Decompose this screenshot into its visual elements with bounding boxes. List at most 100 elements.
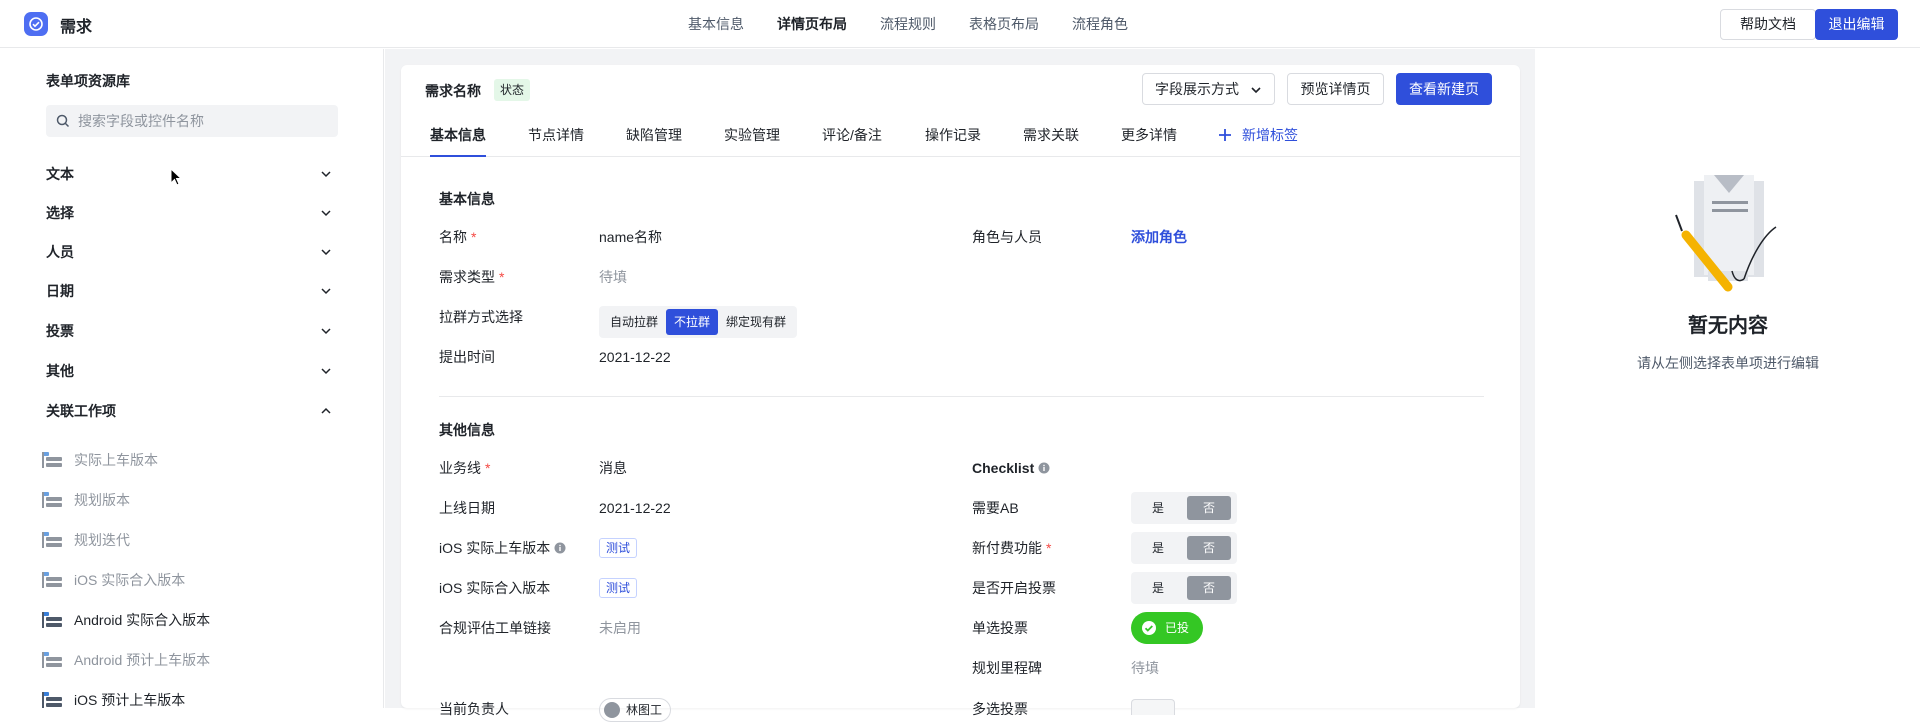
field-label: 单选投票 [972, 620, 1028, 636]
tab-node-details[interactable]: 节点详情 [528, 113, 584, 157]
section-title: 其他信息 [439, 422, 495, 438]
stack-icon [42, 492, 62, 508]
field-value[interactable]: 未启用 [599, 618, 641, 638]
empty-title: 暂无内容 [1688, 315, 1768, 337]
category-date[interactable]: 日期 [46, 279, 332, 303]
field-mode-dropdown[interactable]: 字段展示方式 [1142, 73, 1275, 105]
detail-card: 需求名称 状态 字段展示方式 预览详情页 查看新建页 基本信息 节点详情 缺陷管… [401, 65, 1520, 722]
app-logo-icon [24, 12, 48, 36]
single-vote-button[interactable]: 已投 [1131, 612, 1204, 644]
search-input[interactable] [78, 105, 328, 137]
category-vote[interactable]: 投票 [46, 319, 332, 343]
group-option-none[interactable]: 不拉群 [666, 309, 719, 335]
tab-more-details[interactable]: 更多详情 [1121, 113, 1177, 157]
info-icon [554, 542, 566, 554]
top-bar: 需求 基本信息 详情页布局 流程规则 表格页布局 流程角色 帮助文档 退出编辑 [0, 0, 1920, 48]
tab-defects[interactable]: 缺陷管理 [626, 113, 682, 157]
exit-edit-button[interactable]: 退出编辑 [1815, 9, 1898, 40]
field-value[interactable]: name名称 [599, 227, 662, 247]
nav-table-layout[interactable]: 表格页布局 [969, 0, 1039, 48]
field-label: Checklist [972, 458, 1050, 478]
user-chip[interactable]: 林图工 [599, 698, 672, 722]
yes-option[interactable]: 是 [1135, 536, 1181, 560]
library-item[interactable]: iOS 实际合入版本 [40, 568, 185, 592]
search-box [46, 105, 338, 137]
tab-basic-info[interactable]: 基本信息 [430, 113, 486, 157]
field-value[interactable]: 消息 [599, 458, 627, 478]
library-item[interactable]: 规划迭代 [40, 528, 130, 552]
version-tag[interactable]: 测试 [599, 578, 638, 598]
library-item-label: iOS 预计上车版本 [74, 692, 186, 708]
user-name: 林图工 [626, 703, 663, 717]
category-people[interactable]: 人员 [46, 240, 332, 264]
field-label: 规划里程碑 [972, 660, 1042, 676]
stack-icon [42, 652, 62, 668]
library-item[interactable]: Android 预计上车版本 [40, 648, 210, 672]
library-item[interactable]: iOS 预计上车版本 [40, 688, 185, 712]
version-tag[interactable]: 测试 [599, 538, 638, 558]
view-new-page-button[interactable]: 查看新建页 [1396, 73, 1492, 105]
group-option-auto[interactable]: 自动拉群 [602, 309, 666, 335]
multi-vote-box[interactable] [1131, 699, 1175, 715]
add-tab-button[interactable]: 新增标签 [1218, 113, 1298, 157]
vote-open-toggle: 是否 [1131, 572, 1237, 604]
field-value[interactable]: 2021-12-22 [599, 347, 671, 367]
required-mark: * [471, 229, 477, 245]
section-title: 基本信息 [439, 191, 495, 207]
stack-icon [42, 572, 62, 588]
field-label: 新付费功能 * [972, 540, 1052, 556]
yes-option[interactable]: 是 [1135, 576, 1181, 600]
nav-basic-info[interactable]: 基本信息 [688, 0, 744, 48]
avatar [604, 702, 620, 718]
chevron-down-icon [321, 328, 331, 335]
nav-flow-rules[interactable]: 流程规则 [880, 0, 936, 48]
yes-option[interactable]: 是 [1135, 496, 1181, 520]
ab-toggle: 是否 [1131, 492, 1237, 524]
library-item-label: 实际上车版本 [74, 452, 158, 468]
required-mark: * [1046, 540, 1052, 556]
group-mode-segmented: 自动拉群 不拉群 绑定现有群 [599, 306, 798, 338]
no-option[interactable]: 否 [1187, 576, 1231, 600]
tab-operation-log[interactable]: 操作记录 [925, 113, 981, 157]
field-value[interactable]: 待填 [599, 267, 627, 287]
field-value[interactable]: 2021-12-22 [599, 498, 671, 518]
library-item[interactable]: Android 实际合入版本 [40, 608, 210, 632]
preview-detail-button[interactable]: 预览详情页 [1287, 73, 1384, 105]
category-label: 投票 [46, 323, 74, 339]
tab-comments[interactable]: 评论/备注 [822, 113, 882, 157]
field-label: 当前负责人 [439, 701, 509, 717]
chevron-down-icon [321, 288, 331, 295]
search-icon [56, 114, 70, 128]
no-option[interactable]: 否 [1187, 536, 1231, 560]
tab-relations[interactable]: 需求关联 [1023, 113, 1079, 157]
empty-subtitle: 请从左侧选择表单项进行编辑 [1637, 355, 1819, 371]
chevron-down-icon [321, 210, 331, 217]
category-related-items[interactable]: 关联工作项 [46, 399, 332, 423]
field-label: 名称 * [439, 229, 477, 245]
category-select[interactable]: 选择 [46, 201, 332, 225]
library-item[interactable]: 实际上车版本 [40, 448, 158, 472]
tab-experiments[interactable]: 实验管理 [724, 113, 780, 157]
library-item[interactable]: 规划版本 [40, 488, 130, 512]
group-option-bind[interactable]: 绑定现有群 [718, 309, 794, 335]
library-item-label: Android 预计上车版本 [74, 652, 211, 668]
chevron-down-icon [1251, 87, 1261, 94]
add-role-link[interactable]: 添加角色 [1131, 227, 1187, 247]
field-label: 上线日期 [439, 500, 495, 516]
help-docs-button[interactable]: 帮助文档 [1720, 9, 1816, 40]
card-title: 需求名称 [425, 83, 481, 99]
field-label: 拉群方式选择 [439, 309, 523, 325]
chevron-up-icon [321, 407, 331, 414]
stack-icon [42, 452, 62, 468]
no-option[interactable]: 否 [1187, 496, 1231, 520]
category-other[interactable]: 其他 [46, 359, 332, 383]
nav-flow-roles[interactable]: 流程角色 [1072, 0, 1128, 48]
field-label: 需求类型 * [439, 269, 505, 285]
category-text[interactable]: 文本 [46, 162, 332, 186]
layout-canvas: 需求名称 状态 字段展示方式 预览详情页 查看新建页 基本信息 节点详情 缺陷管… [385, 49, 1535, 722]
nav-detail-layout[interactable]: 详情页布局 [777, 0, 847, 48]
field-label: 需要AB [972, 500, 1019, 516]
field-value[interactable]: 待填 [1131, 658, 1159, 678]
pay-toggle: 是否 [1131, 532, 1237, 564]
library-item-label: Android 实际合入版本 [74, 612, 211, 628]
